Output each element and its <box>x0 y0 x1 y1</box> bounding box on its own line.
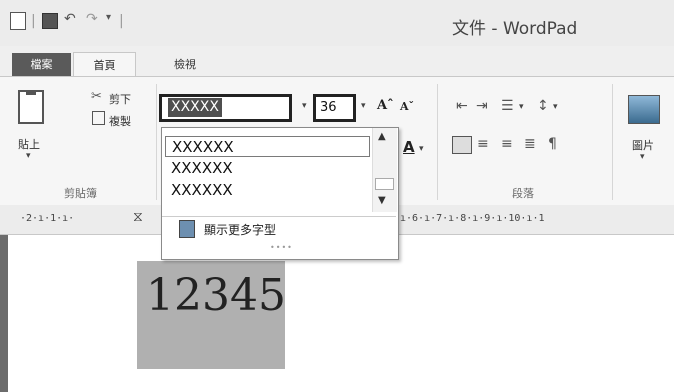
paragraph-group-label: 段落 <box>512 187 534 200</box>
align-center-icon[interactable]: ≡ <box>477 136 489 152</box>
font-size-combobox[interactable]: 36 <box>313 94 356 122</box>
scroll-down-icon[interactable]: ▼ <box>378 195 386 206</box>
redo-icon[interactable]: ↷ <box>86 11 98 27</box>
font-option[interactable]: XXXXXX <box>165 180 370 201</box>
font-size-dropdown-icon[interactable]: ▾ <box>361 101 366 111</box>
scroll-up-icon[interactable]: ▲ <box>378 131 386 142</box>
cut-button[interactable]: 剪下 <box>109 91 131 107</box>
cut-icon[interactable]: ✂ <box>91 89 102 104</box>
font-color-icon[interactable]: A <box>403 138 415 156</box>
paste-dropdown-icon[interactable]: ▾ <box>26 151 31 161</box>
tab-view[interactable]: 檢視 <box>174 56 196 72</box>
font-name-value[interactable]: XXXXX <box>168 98 222 117</box>
paste-icon[interactable] <box>18 90 44 124</box>
scroll-thumb[interactable] <box>375 178 394 190</box>
save-icon[interactable] <box>42 13 58 29</box>
font-option[interactable]: XXXXXX <box>165 158 370 179</box>
font-name-dropdown-icon[interactable]: ▾ <box>302 101 307 111</box>
font-color-dropdown-icon[interactable]: ▾ <box>419 144 424 154</box>
group-divider <box>156 84 157 200</box>
tab-home[interactable]: 首頁 <box>73 52 136 78</box>
more-fonts-row[interactable] <box>162 216 396 243</box>
font-option[interactable]: XXXXXX <box>165 136 370 157</box>
ruler-right-marks: ı·6·ı·7·ı·8·ı·9·ı·10·ı·1 <box>400 213 545 224</box>
qat-separator-2: | <box>119 13 124 29</box>
line-spacing-dropdown-icon[interactable]: ▾ <box>553 102 558 112</box>
line-spacing-icon[interactable]: ↕ <box>537 98 549 114</box>
qat-separator: | <box>31 13 36 29</box>
grow-font-icon[interactable]: Aˆ <box>377 98 394 113</box>
wordpad-app-icon[interactable] <box>10 12 26 30</box>
font-folder-icon <box>179 220 195 238</box>
justify-icon[interactable]: ≣ <box>524 136 536 152</box>
picture-icon[interactable] <box>628 95 660 124</box>
ruler-left-marks: ·2·ı·1·ı· <box>20 213 75 224</box>
tab-file[interactable]: 檔案 <box>12 53 71 76</box>
copy-button[interactable]: 複製 <box>109 113 131 129</box>
paste-button[interactable]: 貼上 <box>18 136 40 152</box>
qat-customize-icon[interactable]: ▾ <box>106 12 111 23</box>
more-fonts-link[interactable]: 顯示更多字型 <box>204 221 276 238</box>
align-left-icon[interactable] <box>452 136 472 154</box>
document-text[interactable]: 12345 <box>146 270 286 321</box>
paragraph-settings-icon[interactable]: ¶ <box>548 136 557 152</box>
bullets-dropdown-icon[interactable]: ▾ <box>519 102 524 112</box>
group-divider-2 <box>437 84 438 200</box>
indent-marker-icon[interactable]: ⧖ <box>133 209 143 225</box>
window-left-border <box>0 235 8 392</box>
shrink-font-icon[interactable]: Aˇ <box>400 100 414 113</box>
clipboard-group-label: 剪貼簿 <box>64 187 97 200</box>
undo-icon[interactable]: ↶ <box>64 11 76 27</box>
align-right-icon[interactable]: ≡ <box>501 136 513 152</box>
decrease-indent-icon[interactable]: ⇤ <box>456 98 468 114</box>
picture-dropdown-icon[interactable]: ▾ <box>640 152 645 162</box>
copy-icon[interactable] <box>92 111 105 125</box>
window-title: 文件 - WordPad <box>452 19 578 39</box>
resize-grip-icon[interactable]: •••• <box>270 243 293 252</box>
group-divider-3 <box>612 84 613 200</box>
picture-button[interactable]: 圖片 <box>632 137 654 153</box>
increase-indent-icon[interactable]: ⇥ <box>476 98 488 114</box>
bullets-icon[interactable]: ☰ <box>501 98 514 114</box>
